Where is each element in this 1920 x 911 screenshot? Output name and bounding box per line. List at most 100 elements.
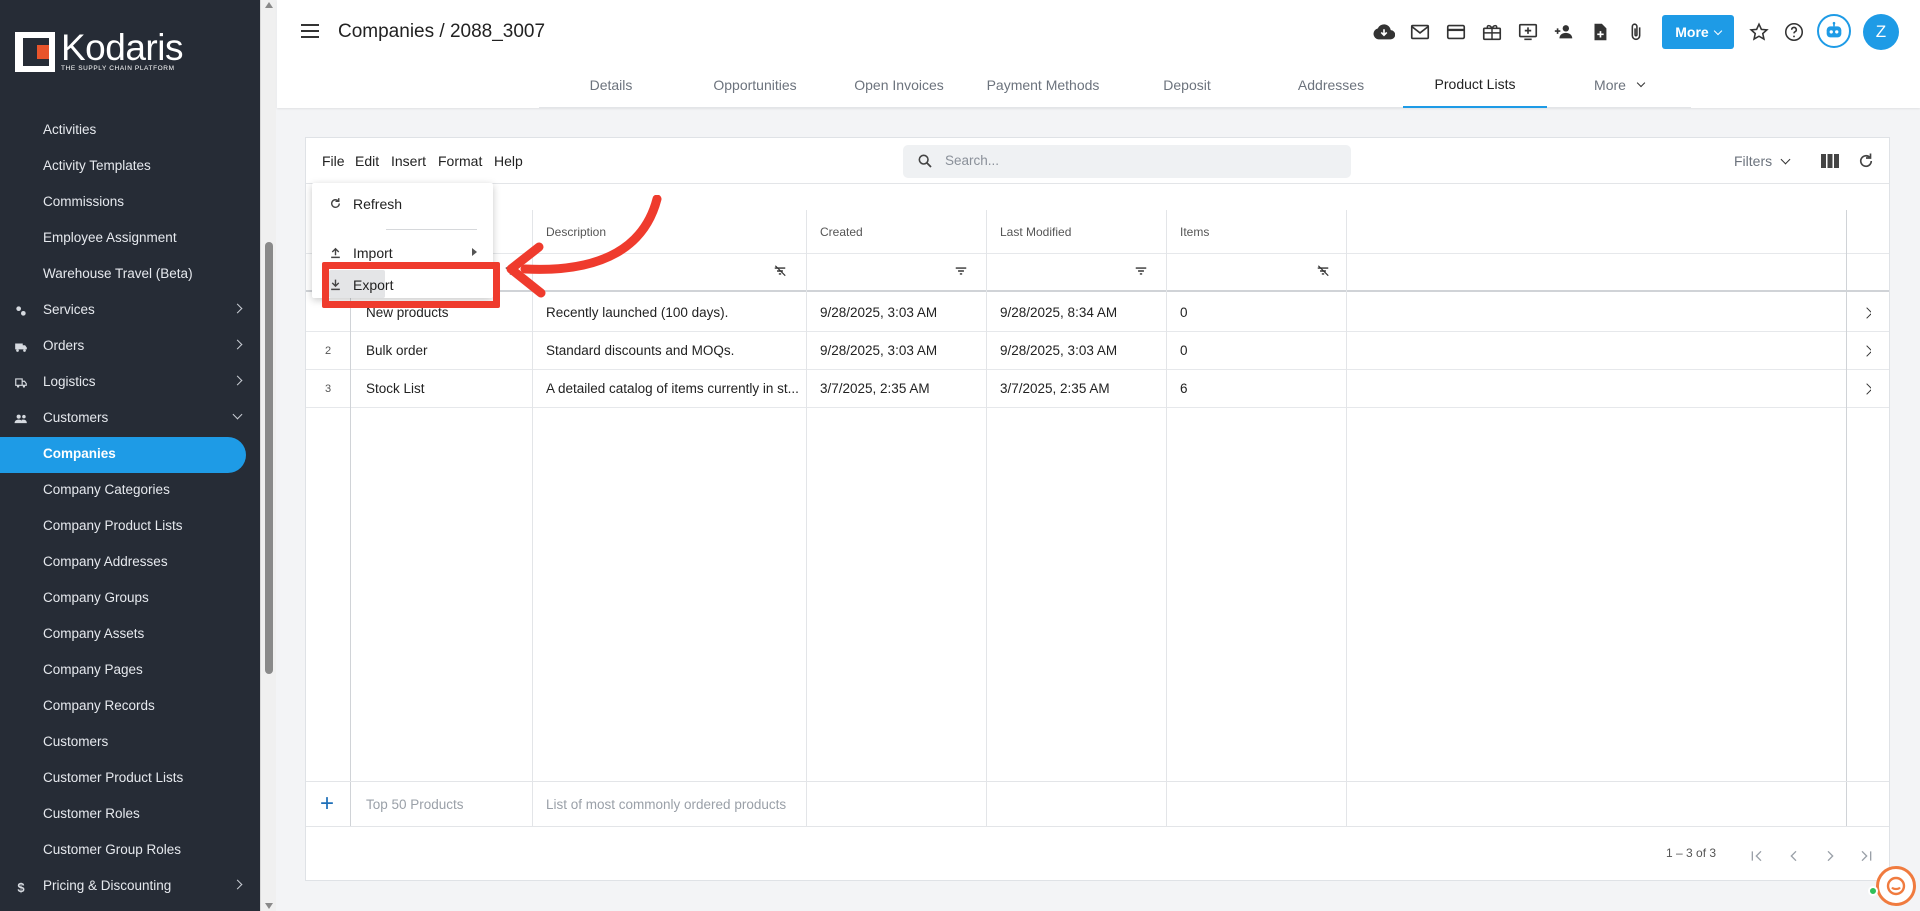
menu-help[interactable]: Help [494, 153, 523, 169]
kodaris-logo-icon [15, 32, 55, 72]
table-row[interactable]: 3 Stock List A detailed catalog of items c… [306, 370, 1889, 408]
column-header-items[interactable]: Items [1180, 210, 1209, 253]
created-cell: 9/28/2025, 3:03 AM [820, 305, 938, 320]
tab-opportunities[interactable]: Opportunities [683, 62, 827, 108]
sidebar-item-company-pages[interactable]: Company Pages [0, 653, 246, 689]
sidebar-item-company-product-lists[interactable]: Company Product Lists [0, 509, 246, 545]
sidebar-item-company-categories[interactable]: Company Categories [0, 473, 246, 509]
tab-more[interactable]: More [1547, 62, 1691, 108]
sidebar-item-label: Warehouse Travel (Beta) [43, 266, 193, 281]
filters-dropdown[interactable]: Filters [1734, 153, 1791, 169]
menu-format[interactable]: Format [438, 153, 482, 169]
cloud-download-icon[interactable] [1372, 20, 1396, 44]
brand-name: Kodaris [61, 27, 183, 68]
chevron-down-icon [232, 409, 243, 420]
filter-icon[interactable] [1134, 264, 1148, 281]
gift-icon[interactable] [1480, 20, 1504, 44]
open-row-chevron-icon[interactable] [1863, 370, 1871, 407]
sidebar-item-customers[interactable]: Customers [0, 401, 246, 437]
sidebar-item-employee-assignment[interactable]: Employee Assignment [0, 221, 246, 257]
sidebar-item-orders[interactable]: Orders [0, 329, 246, 365]
add-screen-icon[interactable] [1516, 20, 1540, 44]
sidebar-item-company-assets[interactable]: Company Assets [0, 617, 246, 653]
menu-file[interactable]: File [322, 153, 345, 169]
column-header-last-modified[interactable]: Last Modified [1000, 210, 1071, 253]
refresh-icon[interactable] [1857, 152, 1875, 173]
sidebar-item-commissions[interactable]: Commissions [0, 185, 246, 221]
sidebar-item-label: Orders [43, 338, 85, 353]
column-header-created[interactable]: Created [820, 210, 863, 253]
sidebar-item-customers[interactable]: Customers [0, 725, 246, 761]
sidebar-item-label: Activities [43, 122, 97, 137]
open-row-chevron-icon[interactable] [1863, 294, 1871, 331]
tab-open-invoices[interactable]: Open Invoices [827, 62, 971, 108]
add-person-icon[interactable] [1552, 20, 1576, 44]
sidebar-item-company-addresses[interactable]: Company Addresses [0, 545, 246, 581]
new-list-description-input[interactable]: List of most commonly ordered products [546, 782, 786, 826]
first-page-icon[interactable] [1749, 848, 1765, 867]
filter-icon[interactable] [954, 264, 968, 281]
previous-page-icon[interactable] [1786, 848, 1802, 867]
callout-arrow-icon [506, 195, 662, 298]
sidebar-item-company-groups[interactable]: Company Groups [0, 581, 246, 617]
tab-details[interactable]: Details [539, 62, 683, 108]
tab-label: Deposit [1163, 76, 1211, 93]
new-list-name-input[interactable]: Top 50 Products [366, 782, 464, 826]
hamburger-menu-icon[interactable] [301, 24, 319, 38]
chevron-right-icon [232, 339, 243, 350]
sidebar-item-logistics[interactable]: Logistics [0, 365, 246, 401]
star-icon[interactable] [1747, 20, 1771, 44]
next-page-icon[interactable] [1822, 848, 1838, 867]
filter-off-icon[interactable] [773, 264, 787, 281]
search-input[interactable]: Search... [903, 145, 1351, 178]
sidebar-item-customer-roles[interactable]: Customer Roles [0, 797, 246, 833]
sidebar-item-companies[interactable]: Companies [0, 437, 246, 473]
sidebar-item-label: Customer Group Roles [43, 842, 182, 857]
refresh-icon [329, 197, 342, 213]
add-file-icon[interactable] [1588, 20, 1612, 44]
last-modified-cell: 3/7/2025, 2:35 AM [1000, 381, 1110, 396]
columns-icon[interactable] [1820, 152, 1840, 173]
help-icon[interactable] [1782, 20, 1806, 44]
sidebar-item-services[interactable]: Services [0, 293, 246, 329]
items-count-cell: 0 [1180, 305, 1188, 320]
avatar[interactable]: Z [1863, 14, 1899, 50]
sidebar-item-pricing-discounting[interactable]: $ Pricing & Discounting [0, 869, 246, 905]
sidebar-scrollbar[interactable] [260, 0, 276, 911]
sidebar-item-activity-templates[interactable]: Activity Templates [0, 149, 246, 185]
table-row[interactable]: 2 Bulk order Standard discounts and MOQs. 9… [306, 332, 1889, 370]
sidebar-item-activities[interactable]: Activities [0, 113, 246, 149]
new-list-row: + Top 50 Products List of most commonly … [306, 781, 1889, 827]
sidebar-item-label: Customer Roles [43, 806, 140, 821]
tab-payment-methods[interactable]: Payment Methods [971, 62, 1115, 108]
sidebar-item-label: Logistics [43, 374, 96, 389]
menu-edit[interactable]: Edit [355, 153, 379, 169]
sidebar-item-customer-group-roles[interactable]: Customer Group Roles [0, 833, 246, 869]
tab-deposit[interactable]: Deposit [1115, 62, 1259, 108]
sidebar-item-label: Employee Assignment [43, 230, 177, 245]
brand-logo[interactable]: Kodaris THE SUPPLY CHAIN PLATFORM [15, 27, 183, 72]
more-actions-button[interactable]: More [1662, 15, 1734, 49]
sidebar-item-warehouse-travel-beta[interactable]: Warehouse Travel (Beta) [0, 257, 246, 293]
record-tabs: Details Opportunities Open Invoices Payment… [539, 62, 1691, 108]
tab-addresses[interactable]: Addresses [1259, 62, 1403, 108]
chat-support-icon[interactable] [1876, 866, 1916, 906]
filter-off-icon[interactable] [1316, 264, 1330, 281]
last-page-icon[interactable] [1858, 848, 1874, 867]
add-row-icon[interactable]: + [320, 792, 334, 816]
menu-item-refresh[interactable]: Refresh [312, 189, 493, 219]
scroll-up-arrow-icon[interactable] [265, 2, 273, 8]
open-row-chevron-icon[interactable] [1863, 332, 1871, 369]
list-name-cell: Bulk order [366, 343, 428, 358]
menu-insert[interactable]: Insert [391, 153, 426, 169]
tab-product-lists[interactable]: Product Lists [1403, 62, 1547, 108]
sidebar-item-customer-product-lists[interactable]: Customer Product Lists [0, 761, 246, 797]
card-icon[interactable] [1444, 20, 1468, 44]
assistant-bot-icon[interactable] [1817, 14, 1851, 48]
row-number-cell: 3 [324, 382, 332, 395]
mail-icon[interactable] [1408, 20, 1432, 44]
scrollbar-thumb[interactable] [265, 242, 273, 674]
scroll-down-arrow-icon[interactable] [265, 903, 273, 909]
sidebar-item-company-records[interactable]: Company Records [0, 689, 246, 725]
paperclip-icon[interactable] [1624, 20, 1648, 44]
